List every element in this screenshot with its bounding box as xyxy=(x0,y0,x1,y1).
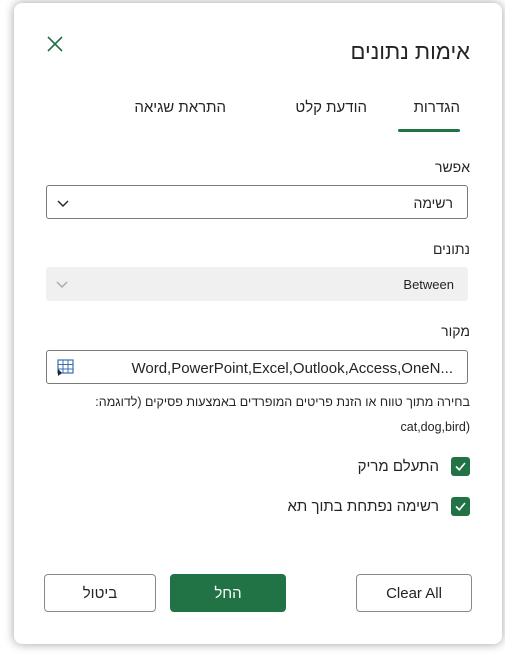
tab-error-alert[interactable]: התראת שגיאה xyxy=(134,99,226,116)
range-select-icon[interactable] xyxy=(57,359,75,377)
clear-all-button[interactable]: Clear All xyxy=(356,574,472,612)
ignore-blank-label: התעלם מריק xyxy=(357,457,439,475)
data-validation-dialog: אימות נתונים הגדרות הודעת קלט התראת שגיא… xyxy=(14,3,502,644)
tab-input-message[interactable]: הודעת קלט xyxy=(295,99,367,116)
data-label: נתונים xyxy=(432,241,470,257)
chevron-down-icon xyxy=(54,276,70,292)
allow-label: אפשר xyxy=(434,159,470,175)
dialog-title: אימות נתונים xyxy=(350,39,470,64)
cancel-button[interactable]: ביטול xyxy=(44,574,156,612)
data-dropdown: Between xyxy=(46,267,468,301)
allow-value: רשימה xyxy=(413,195,453,211)
source-input[interactable]: Word,PowerPoint,Excel,Outlook,Access,One… xyxy=(46,350,468,384)
chevron-down-icon xyxy=(55,195,71,211)
apply-button[interactable]: החל xyxy=(170,574,286,612)
ignore-blank-checkbox[interactable]: התעלם מריק xyxy=(358,456,470,476)
tab-selected-indicator xyxy=(398,129,460,132)
source-value: Word,PowerPoint,Excel,Outlook,Access,One… xyxy=(131,360,453,377)
in-cell-dropdown-checkbox[interactable]: רשימה נפתחת בתוך תא xyxy=(287,496,470,516)
tab-settings[interactable]: הגדרות xyxy=(414,99,460,116)
source-hint-line1: בחירה מתוך טווח או הזנת פריטים המופרדים … xyxy=(95,395,470,409)
source-hint-line2: cat,dog,bird) xyxy=(400,420,470,434)
source-label: מקור xyxy=(441,323,470,339)
checkmark-icon xyxy=(451,456,470,476)
checkmark-icon xyxy=(451,496,470,516)
close-icon[interactable] xyxy=(44,33,66,55)
in-cell-dropdown-label: רשימה נפתחת בתוך תא xyxy=(287,497,440,515)
allow-dropdown[interactable]: רשימה xyxy=(46,185,468,219)
data-value: Between xyxy=(403,277,454,292)
